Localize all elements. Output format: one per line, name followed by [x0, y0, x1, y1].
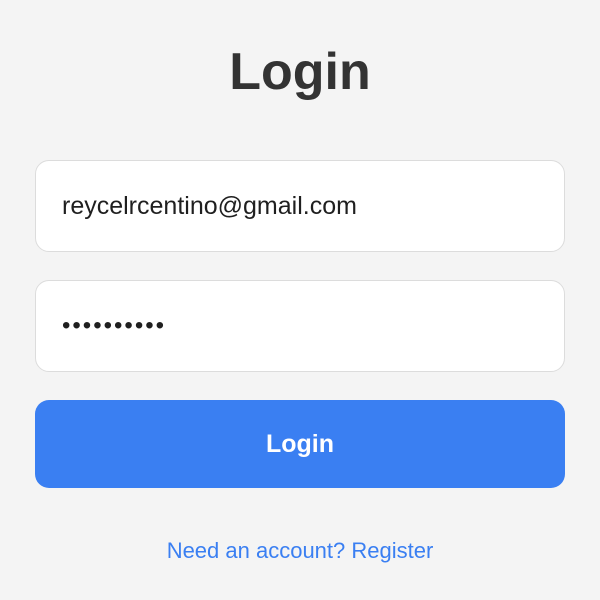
login-screen: Login Login Need an account? Register	[0, 0, 600, 600]
login-button[interactable]: Login	[35, 400, 565, 488]
password-field[interactable]	[35, 280, 565, 372]
email-field[interactable]	[35, 160, 565, 252]
register-link[interactable]: Need an account? Register	[0, 536, 600, 566]
page-title: Login	[229, 43, 371, 101]
